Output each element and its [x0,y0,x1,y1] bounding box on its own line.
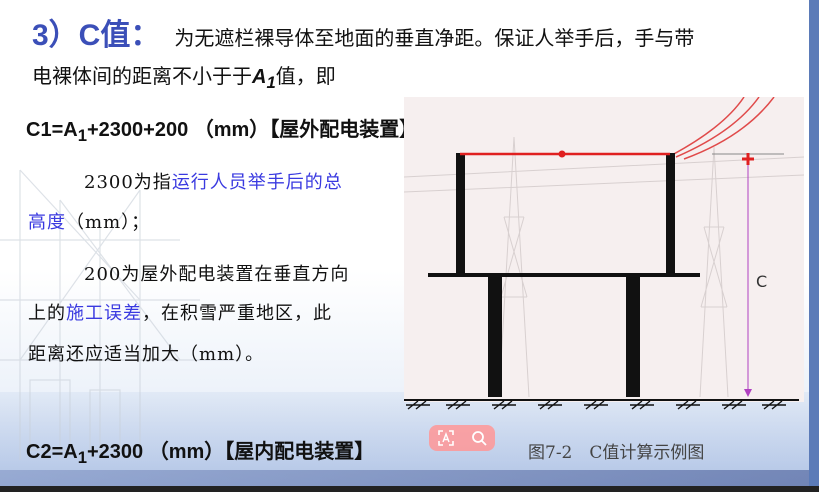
formula-outdoor-prefix: C1=A [26,119,78,141]
ground-hatching [406,400,786,410]
para1-line2: 高度（mm）； [28,208,150,234]
conductor-point [558,150,566,158]
text-recognize-icon[interactable] [437,429,455,447]
formula-indoor: C2=A1+2300 （mm）【屋内配电装置】 [26,435,374,468]
window-right-edge [809,0,819,492]
a1-subscript: 1 [266,73,276,92]
section-heading: 3）C值： 为无遮栏裸导体至地面的垂直净距。保证人举手后，手与带 [32,10,695,52]
para1-line1: 2300为指运行人员举手后的总 [28,168,343,194]
para2-text-a: 上的 [28,303,66,324]
para2-line3: 距离还应适当加大（mm）。 [28,340,264,366]
para1-highlight: 运行人员举手后的总 [171,172,343,193]
para1-text: 2300为指 [84,172,172,193]
definition-text-end: 值，即 [275,64,336,88]
lower-left-post [488,277,502,397]
window-bottom-edge [0,486,819,492]
formula-indoor-subscript: 1 [77,448,87,467]
magnifier-icon[interactable] [470,429,488,447]
crossbar [428,273,700,277]
upper-right-post [666,153,675,275]
lower-right-post [626,277,640,397]
formula-indoor-tag: 【屋内配电装置】 [224,439,375,463]
para1-text-2: （mm）； [66,212,151,233]
c-value-diagram: C [404,97,804,410]
para1-highlight-2: 高度 [28,212,66,233]
para2-text-c: 距离还应适当加大（mm）。 [28,344,265,365]
formula-outdoor-subscript: 1 [77,126,87,145]
a1-variable: A [252,66,267,88]
figure-caption: 图7-2 C值计算示例图 [528,443,705,463]
formula-outdoor: C1=A1+2300+200 （mm）【屋外配电装置】 [26,113,419,146]
formula-outdoor-rest: +2300+200 （mm） [86,119,270,141]
para2-highlight: 施工误差 [66,303,142,324]
definition-text: 电裸体间的距离不小于于 [32,64,252,88]
dimension-label: C [756,272,767,291]
formula-outdoor-tag: 【屋外配电装置】 [269,117,420,141]
upper-left-post [456,153,465,275]
formula-indoor-rest: +2300 （mm） [86,441,225,463]
para2-text-b: ，在积雪严重地区，此 [142,303,332,324]
heading-number: 3）C值： [32,19,161,52]
para2-text: 200为屋外配电装置在垂直方向 [84,264,350,285]
para2-line1: 200为屋外配电装置在垂直方向 [28,260,349,286]
floating-toolbar[interactable] [429,425,495,451]
formula-indoor-prefix: C2=A [26,441,78,463]
para2-line2: 上的施工误差，在积雪严重地区，此 [28,299,332,325]
heading-description: 为无遮栏裸导体至地面的垂直净距。保证人举手后，手与带 [174,26,695,50]
definition-line: 电裸体间的距离不小于于A1值，即 [32,60,336,93]
